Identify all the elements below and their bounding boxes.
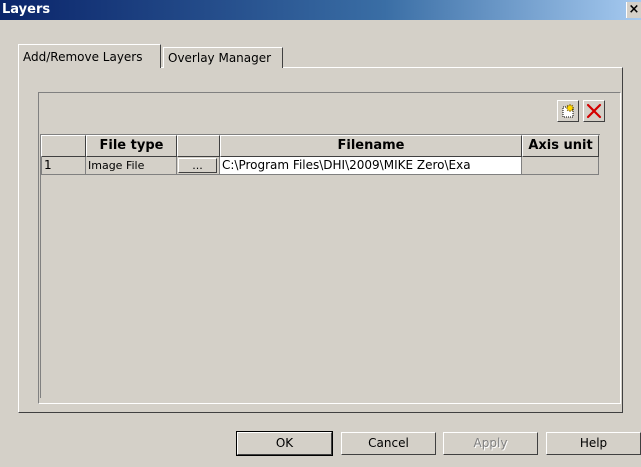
add-layer-button[interactable] — [557, 100, 579, 122]
ok-button-label: OK — [275, 436, 294, 450]
filename-cell[interactable]: C:\Program Files\DHI\2009\MIKE Zero\Exa — [220, 157, 522, 175]
column-header-index — [41, 135, 86, 157]
tab-overlay-manager[interactable]: Overlay Manager — [163, 47, 283, 68]
delete-layer-button[interactable] — [583, 100, 605, 122]
new-layer-icon — [562, 103, 575, 118]
browse-button[interactable]: ... — [178, 158, 217, 173]
column-header-browse — [177, 135, 220, 157]
cancel-button[interactable]: Cancel — [341, 432, 436, 455]
apply-button: Apply — [443, 432, 538, 455]
title-bar: Layers × — [0, 0, 641, 20]
column-header-axis-unit[interactable]: Axis unit — [522, 135, 599, 157]
tab-label: Add/Remove Layers — [23, 50, 143, 64]
apply-button-label: Apply — [473, 436, 508, 450]
row-index[interactable]: 1 — [41, 157, 86, 175]
column-header-filename[interactable]: Filename — [220, 135, 522, 157]
ok-button[interactable]: OK — [236, 431, 333, 456]
close-icon[interactable]: × — [626, 2, 641, 18]
help-button-label: Help — [579, 436, 608, 450]
axis-unit-cell[interactable] — [522, 157, 599, 175]
tab-add-remove-layers[interactable]: Add/Remove Layers — [18, 44, 161, 68]
file-type-cell[interactable]: Image File — [86, 157, 177, 175]
tab-label: Overlay Manager — [168, 51, 272, 65]
layers-table[interactable]: File type Filename Axis unit 1 Image Fil… — [40, 134, 600, 398]
help-button[interactable]: Help — [546, 432, 641, 455]
cancel-button-label: Cancel — [368, 436, 409, 450]
delete-x-icon — [586, 103, 602, 119]
column-header-file-type[interactable]: File type — [86, 135, 177, 157]
window-title: Layers — [2, 2, 51, 17]
browse-cell: ... — [177, 157, 220, 175]
